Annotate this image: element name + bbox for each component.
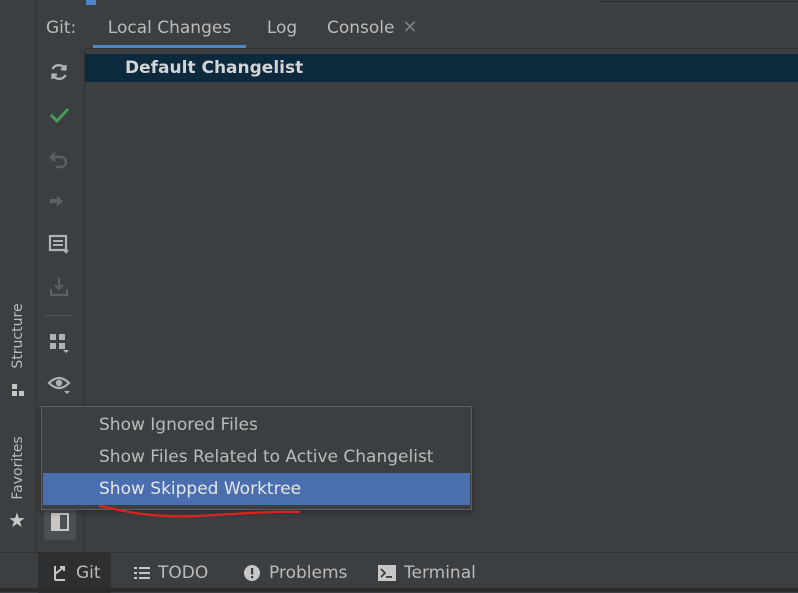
menu-item-show-ignored-files[interactable]: Show Ignored Files	[43, 409, 470, 441]
bottom-tab-problems-label: Problems	[269, 563, 348, 583]
tab-local-changes-label: Local Changes	[107, 18, 232, 38]
problems-icon	[243, 564, 261, 582]
changelist-button[interactable]	[43, 230, 75, 262]
structure-icon	[11, 382, 25, 401]
bottom-tab-problems[interactable]: Problems	[243, 553, 347, 593]
bottom-tab-todo[interactable]: TODO	[134, 553, 208, 593]
rollback-icon	[48, 147, 70, 173]
toolbar-separator	[45, 315, 73, 316]
tab-local-changes[interactable]: Local Changes	[93, 8, 246, 48]
bottom-tab-git[interactable]: Git	[38, 553, 111, 593]
commit-check-icon	[48, 104, 70, 130]
window-bottom-edge	[0, 588, 798, 592]
group-by-icon	[48, 331, 70, 357]
menu-item-label: Show Files Related to Active Changelist	[99, 447, 434, 467]
tab-console-label: Console	[327, 18, 395, 38]
git-prefix-label: Git:	[46, 18, 77, 38]
git-branch-icon	[52, 564, 68, 582]
menu-item-label: Show Ignored Files	[99, 415, 258, 435]
bottom-tab-git-label: Git	[76, 563, 101, 583]
bottom-tab-terminal[interactable]: Terminal	[378, 553, 476, 593]
menu-item-label: Show Skipped Worktree	[99, 479, 302, 499]
changelist-icon	[48, 233, 70, 259]
terminal-icon	[378, 565, 396, 581]
show-diff-icon	[48, 190, 70, 216]
refresh-icon	[48, 61, 70, 87]
group-by-button[interactable]	[43, 328, 75, 360]
show-diff-button[interactable]	[43, 187, 75, 219]
view-options-popup-menu: Show Ignored Files Show Files Related to…	[41, 406, 472, 510]
favorites-tab-label: Favorites	[10, 436, 26, 500]
structure-tab-label: Structure	[10, 303, 26, 369]
preview-panel-icon	[50, 512, 70, 536]
star-icon: ★	[8, 508, 26, 532]
list-icon	[134, 566, 150, 580]
view-options-button[interactable]	[43, 370, 75, 402]
bottom-tool-window-bar: Git TODO Problems Terminal	[0, 552, 798, 593]
bottom-tab-terminal-label: Terminal	[404, 563, 476, 583]
preview-panel-button[interactable]	[44, 508, 76, 540]
changelist-row[interactable]: Default Changelist	[85, 54, 798, 82]
shelve-button[interactable]	[43, 273, 75, 305]
refresh-button[interactable]	[43, 58, 75, 90]
shelve-icon	[48, 276, 70, 302]
close-icon[interactable]: ✕	[403, 17, 418, 38]
tool-window-tab-bar: Git: Local Changes Log Console ✕	[37, 8, 798, 49]
tab-log-label: Log	[266, 18, 298, 38]
project-file-icon	[86, 0, 96, 5]
divider	[600, 1, 798, 2]
view-options-eye-icon	[47, 373, 71, 399]
commit-button[interactable]	[43, 101, 75, 133]
favorites-tool-tab[interactable]: Favorites ★	[0, 430, 36, 540]
rollback-button[interactable]	[43, 144, 75, 176]
tab-log[interactable]: Log	[259, 8, 305, 48]
left-tool-strip: Structure Favorites ★	[0, 0, 37, 552]
bottom-tab-todo-label: TODO	[158, 563, 209, 583]
tab-console[interactable]: Console ✕	[327, 8, 437, 48]
menu-item-show-related-files[interactable]: Show Files Related to Active Changelist	[43, 441, 470, 473]
red-underline-annotation	[98, 504, 301, 518]
changelist-name: Default Changelist	[125, 58, 304, 78]
structure-tool-tab[interactable]: Structure	[0, 296, 36, 400]
top-cutoff-strip	[0, 0, 798, 6]
